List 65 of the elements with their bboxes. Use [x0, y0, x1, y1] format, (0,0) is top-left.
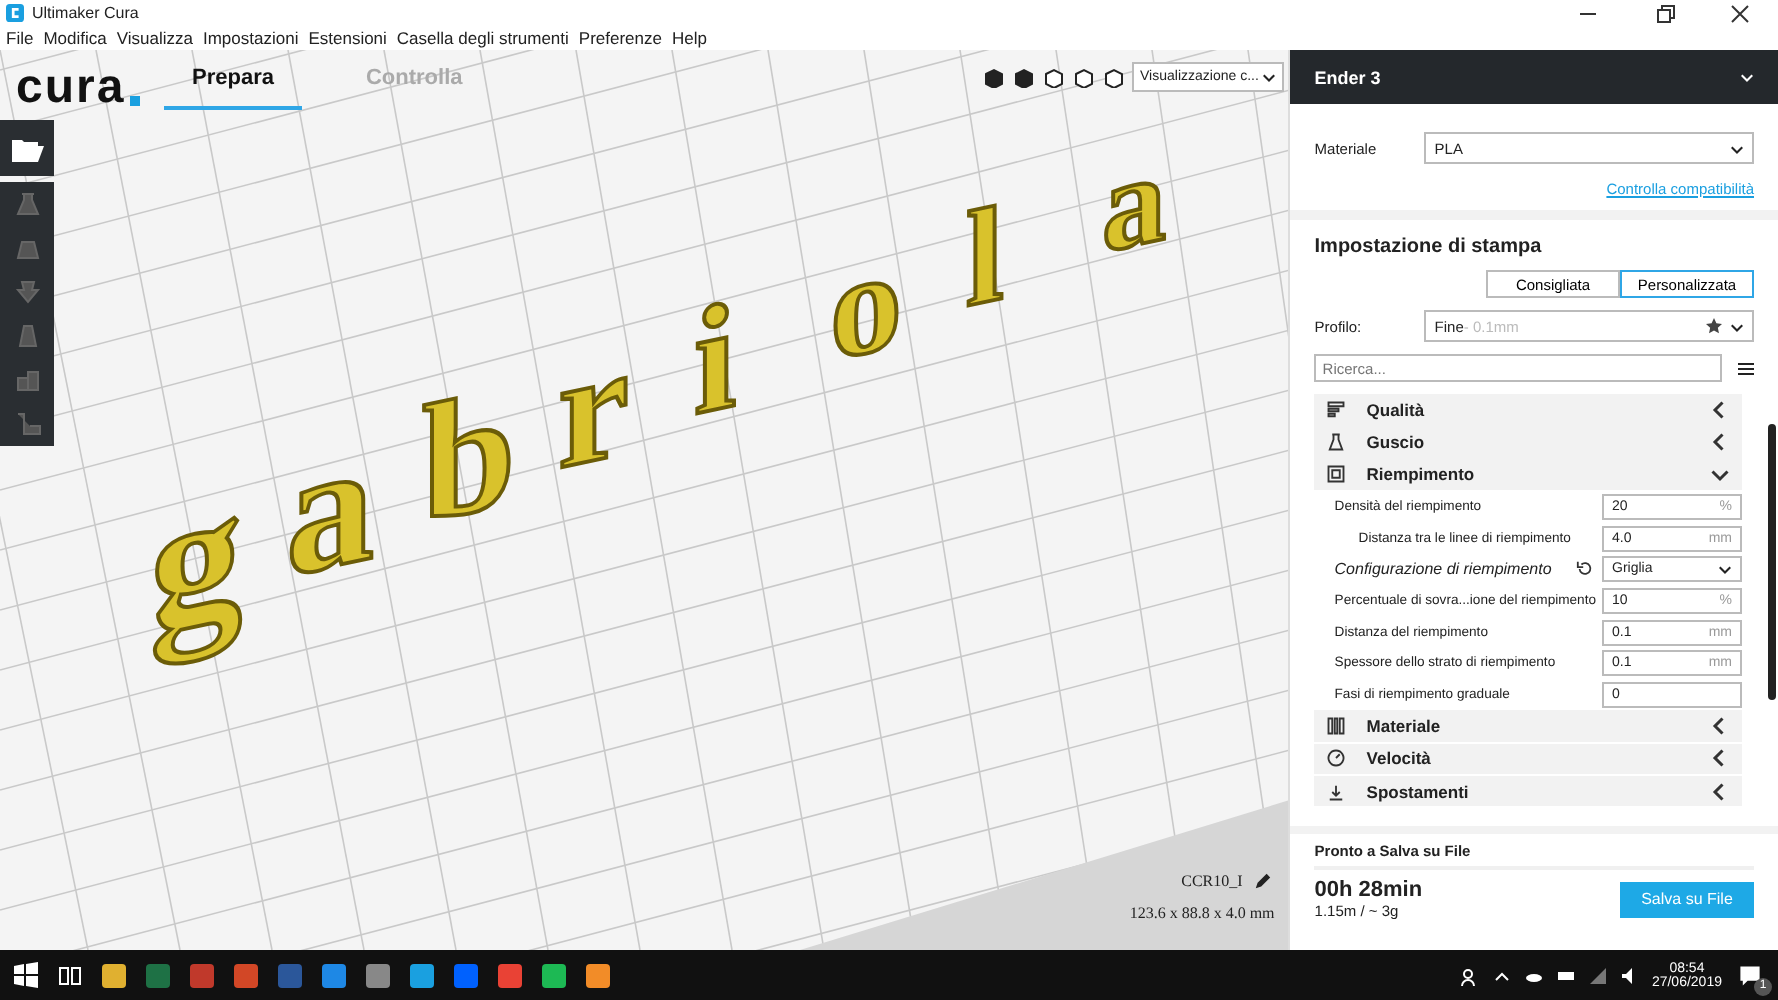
- print-time: 00h 28min: [1314, 878, 1423, 902]
- menu-icon[interactable]: [1738, 361, 1754, 375]
- taskbar-app-icon[interactable]: [540, 961, 568, 989]
- category-label: Materiale: [1366, 716, 1441, 737]
- scrollbar[interactable]: [1768, 424, 1776, 700]
- folder-icon: [11, 135, 43, 161]
- menu-item[interactable]: Visualizza: [116, 28, 193, 48]
- section-title: Impostazione di stampa: [1314, 236, 1544, 258]
- menu-item[interactable]: File: [6, 28, 34, 48]
- taskbar-app-icon[interactable]: [364, 961, 392, 989]
- star-icon[interactable]: [1706, 318, 1722, 334]
- category-label: Riempimento: [1366, 464, 1475, 485]
- category-header[interactable]: Guscio: [1314, 426, 1742, 458]
- taskbar-app-icon[interactable]: [408, 961, 436, 989]
- tool-icon[interactable]: [13, 410, 41, 438]
- printer-header[interactable]: Ender 3: [1290, 50, 1778, 104]
- tool-icon[interactable]: [13, 366, 41, 394]
- tool-icon[interactable]: [13, 322, 41, 350]
- menu-item[interactable]: Estensioni: [308, 28, 387, 48]
- category-label: Qualità: [1366, 399, 1425, 420]
- chevron-icon: [1740, 70, 1754, 84]
- category-header[interactable]: Velocità: [1314, 743, 1742, 775]
- windows-icon[interactable]: [12, 961, 40, 989]
- category-header[interactable]: Qualità: [1314, 394, 1742, 426]
- printer-name: Ender 3: [1314, 67, 1381, 87]
- chevron-icon: [1730, 141, 1744, 155]
- category-header[interactable]: Spostamenti: [1314, 775, 1742, 807]
- taskbar-app-icon[interactable]: [320, 961, 348, 989]
- model-name: CCR10_I: [1181, 872, 1243, 890]
- task-view-icon[interactable]: [56, 961, 84, 989]
- category-header[interactable]: Riempimento: [1314, 458, 1742, 491]
- category-header[interactable]: Materiale: [1314, 710, 1742, 743]
- chevron-icon: [1718, 562, 1732, 577]
- category-label: Guscio: [1366, 432, 1425, 453]
- taskbar-app-icon[interactable]: [100, 961, 128, 989]
- open-file-button[interactable]: [0, 120, 54, 176]
- stage-tab[interactable]: Prepara: [164, 62, 302, 110]
- tool-icon[interactable]: [13, 278, 41, 306]
- reset-icon[interactable]: [1576, 560, 1594, 579]
- menu-item[interactable]: Casella degli strumenti: [396, 28, 569, 48]
- model-dimensions: 123.6 x 88.8 x 4.0 mm: [1129, 904, 1275, 922]
- tool-icon[interactable]: [13, 190, 41, 218]
- category-icon: [1326, 781, 1347, 802]
- taskbar-app-icon[interactable]: [232, 961, 260, 989]
- menu-item[interactable]: Preferenze: [578, 28, 662, 48]
- category-icon: [1326, 432, 1347, 453]
- chevron-icon: [1730, 319, 1744, 333]
- taskbar-app-icon[interactable]: [584, 961, 612, 989]
- menu-item[interactable]: Help: [672, 28, 707, 48]
- category-icon: [1326, 399, 1347, 420]
- setting-label: Configurazione di riempimento: [1334, 560, 1554, 579]
- logo: cura: [16, 60, 126, 116]
- window-title: Ultimaker Cura: [32, 4, 139, 22]
- menu-item[interactable]: Modifica: [43, 28, 107, 48]
- chevron-icon: [1262, 70, 1277, 84]
- category-icon: [1326, 748, 1347, 769]
- pencil-icon[interactable]: [1254, 872, 1273, 890]
- people-icon[interactable]: [1459, 965, 1480, 985]
- menu-item[interactable]: Impostazioni: [202, 28, 299, 48]
- category-icon: [1326, 716, 1347, 737]
- category-label: Spostamenti: [1366, 781, 1469, 802]
- category-icon: [1326, 464, 1347, 485]
- taskbar-app-icon[interactable]: [496, 961, 524, 989]
- category-label: Velocità: [1366, 748, 1431, 769]
- notification-icon[interactable]: [1738, 963, 1762, 987]
